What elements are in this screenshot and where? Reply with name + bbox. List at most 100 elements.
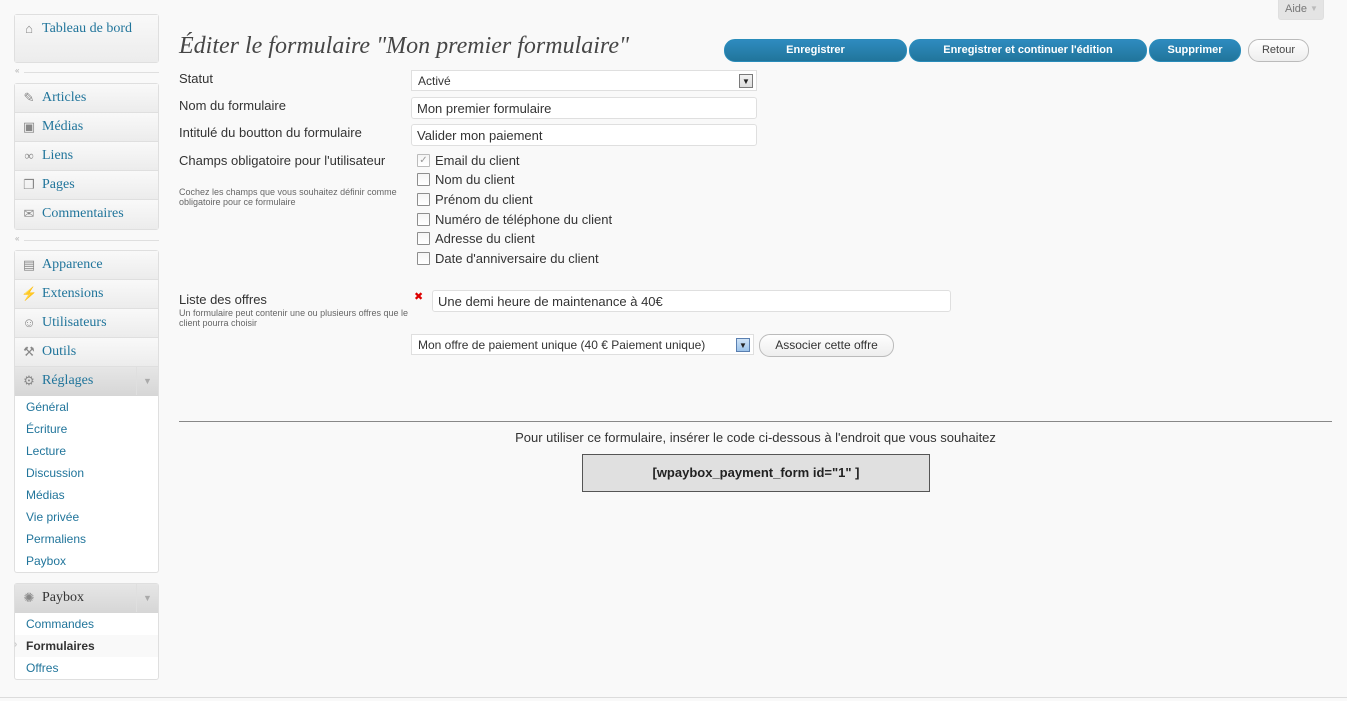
button-text-label: Intitulé du boutton du formulaire (179, 125, 362, 140)
help-tab[interactable]: Aide ▼ (1278, 0, 1324, 20)
checkbox-label: Email du client (435, 153, 520, 168)
chevron-down-icon: ▼ (1310, 4, 1318, 13)
sidebar-item-pages[interactable]: ❐ Pages (15, 171, 158, 200)
settings-icon: ⚙ (23, 373, 35, 388)
sidebar-item-appearance[interactable]: ▤ Apparence (15, 251, 158, 280)
remove-offer-icon[interactable]: ✖ (414, 290, 423, 303)
settings-submenu: Général Écriture Lecture Discussion Médi… (14, 396, 159, 573)
tools-icon: ⚒ (23, 344, 35, 359)
sidebar-item-comments[interactable]: ✉ Commentaires (15, 200, 158, 229)
checkbox-label: Prénom du client (435, 192, 533, 207)
submenu-item-forms-label: Formulaires (26, 639, 95, 653)
offers-hint: Un formulaire peut contenir une ou plusi… (179, 308, 408, 328)
plugin-icon: ⚡ (21, 286, 38, 301)
submenu-item-permalinks[interactable]: Permaliens (15, 528, 158, 550)
sidebar-item-label: Articles (42, 90, 87, 105)
button-text-input[interactable]: Valider mon paiement (411, 124, 757, 146)
pin-icon: ✎ (23, 90, 35, 105)
save-button[interactable]: Enregistrer (724, 39, 907, 62)
checkbox-phone[interactable] (417, 213, 430, 226)
footer-divider (0, 697, 1347, 698)
sidebar-item-media[interactable]: ▣ Médias (15, 113, 158, 142)
sidebar-item-label: Extensions (42, 286, 104, 301)
back-button[interactable]: Retour (1248, 39, 1309, 62)
sidebar-item-paybox[interactable]: ✺ Paybox ▼ (15, 584, 158, 613)
checkbox-label: Numéro de téléphone du client (435, 212, 613, 227)
delete-button[interactable]: Supprimer (1149, 39, 1241, 62)
submenu-item-paybox[interactable]: Paybox (15, 550, 158, 572)
menu-dashboard: ⌂ Tableau de bord (14, 14, 159, 63)
sidebar-item-label: Médias (42, 119, 84, 134)
sidebar-item-links[interactable]: ∞ Liens (15, 142, 158, 171)
media-icon: ▣ (22, 119, 36, 134)
required-fields-hint: Cochez les champs que vous souhaitez déf… (179, 187, 397, 207)
chevron-down-icon[interactable]: ▼ (136, 584, 158, 612)
usage-instructions: Pour utiliser ce formulaire, insérer le … (515, 430, 996, 445)
sidebar-item-users[interactable]: ☺ Utilisateurs (15, 309, 158, 338)
link-icon: ∞ (24, 148, 34, 163)
menu-group-paybox: ✺ Paybox ▼ (14, 583, 159, 614)
appearance-icon: ▤ (22, 257, 36, 272)
sidebar-item-label: Tableau de bord (42, 21, 132, 36)
sidebar-item-label: Outils (42, 344, 77, 359)
submenu-item-forms[interactable]: › Formulaires (14, 635, 158, 657)
divider (179, 421, 1332, 422)
sidebar-item-tools[interactable]: ⚒ Outils (15, 338, 158, 367)
menu-group-admin: ▤ Apparence ⚡ Extensions ☺ Utilisateurs … (14, 250, 159, 397)
submenu-item-offers[interactable]: Offres (15, 657, 158, 679)
submenu-item-privacy[interactable]: Vie privée (15, 506, 158, 528)
submenu-item-orders[interactable]: Commandes (15, 613, 158, 635)
submenu-item-general[interactable]: Général (15, 396, 158, 418)
status-select[interactable]: Activé ▼ (411, 70, 757, 91)
collapse-icon: « (15, 234, 20, 243)
shortcode-box[interactable]: [wpaybox_payment_form id="1" ] (582, 454, 930, 492)
chevron-down-icon: ▼ (736, 338, 750, 352)
offer-select[interactable]: Mon offre de paiement unique (40 € Paiem… (411, 334, 754, 355)
sidebar-item-label: Liens (42, 148, 74, 163)
form-name-label: Nom du formulaire (179, 98, 286, 113)
sidebar-item-label: Commentaires (42, 206, 124, 221)
submenu-item-media[interactable]: Médias (15, 484, 158, 506)
users-icon: ☺ (22, 315, 36, 330)
save-continue-button[interactable]: Enregistrer et continuer l'édition (909, 39, 1147, 62)
checkbox-firstname[interactable] (417, 193, 430, 206)
paybox-submenu: Commandes › Formulaires Offres (14, 613, 159, 680)
page-title: Éditer le formulaire "Mon premier formul… (179, 33, 630, 59)
checkbox-label: Nom du client (435, 172, 515, 187)
sidebar-item-articles[interactable]: ✎ Articles (15, 84, 158, 113)
submenu-item-writing[interactable]: Écriture (15, 418, 158, 440)
sidebar-item-label: Pages (42, 177, 75, 192)
sidebar-item-extensions[interactable]: ⚡ Extensions (15, 280, 158, 309)
house-icon: ⌂ (25, 21, 33, 36)
status-select-value: Activé (418, 74, 451, 88)
menu-separator[interactable]: « (14, 66, 159, 78)
sidebar-item-dashboard[interactable]: ⌂ Tableau de bord (15, 15, 158, 62)
menu-separator[interactable]: « (14, 234, 159, 246)
form-name-input[interactable]: Mon premier formulaire (411, 97, 757, 119)
menu-group-content: ✎ Articles ▣ Médias ∞ Liens ❐ Pages ✉ Co… (14, 83, 159, 230)
sidebar-item-label: Apparence (42, 257, 103, 272)
submenu-item-discussion[interactable]: Discussion (15, 462, 158, 484)
checkbox-lastname[interactable] (417, 173, 430, 186)
chevron-down-icon: ▼ (739, 74, 753, 88)
collapse-icon: « (15, 66, 20, 75)
pages-icon: ❐ (23, 177, 35, 192)
checkbox-email[interactable]: ✓ (417, 154, 430, 167)
help-tab-label: Aide (1285, 3, 1308, 15)
sidebar-item-label: Utilisateurs (42, 315, 107, 330)
sidebar-item-label: Paybox (42, 590, 84, 605)
required-fields-label: Champs obligatoire pour l'utilisateur (179, 153, 386, 168)
checkbox-birthday[interactable] (417, 252, 430, 265)
sidebar-item-settings[interactable]: ⚙ Réglages ▼ (15, 367, 158, 396)
chevron-down-icon[interactable]: ▼ (136, 367, 158, 395)
paybox-icon: ✺ (23, 590, 35, 605)
comment-icon: ✉ (23, 206, 35, 221)
submenu-item-reading[interactable]: Lecture (15, 440, 158, 462)
checkbox-label: Adresse du client (435, 231, 535, 246)
offer-item-field[interactable]: Une demi heure de maintenance à 40€ (432, 290, 951, 312)
status-label: Statut (179, 71, 213, 86)
offers-label: Liste des offres (179, 292, 267, 307)
offer-select-value: Mon offre de paiement unique (40 € Paiem… (418, 338, 706, 352)
checkbox-address[interactable] (417, 232, 430, 245)
associate-offer-button[interactable]: Associer cette offre (759, 334, 894, 357)
